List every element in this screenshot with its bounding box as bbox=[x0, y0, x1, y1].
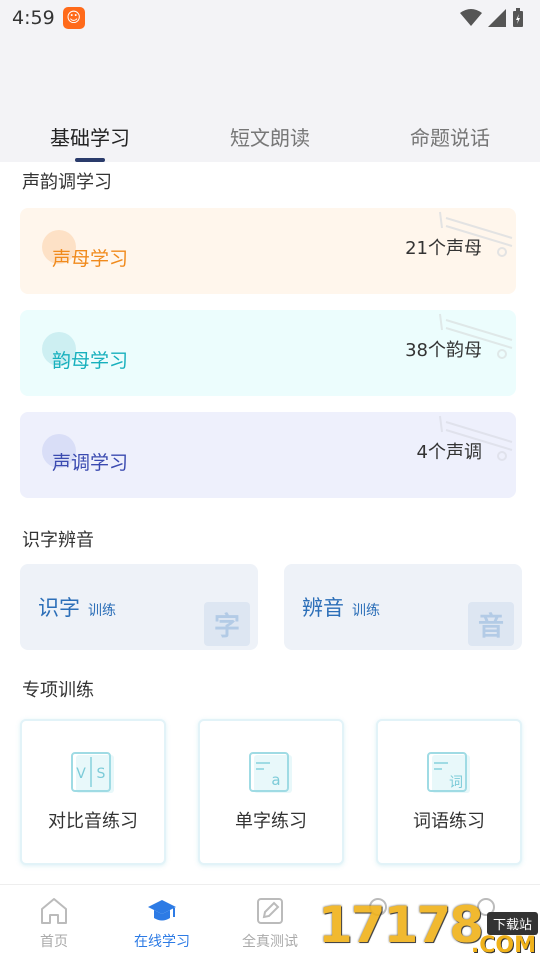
pencil-icon bbox=[257, 898, 283, 924]
char-recognition-label: 识字 训练 bbox=[38, 592, 116, 622]
section-title-tones: 声韵调学习 bbox=[22, 172, 112, 193]
char-badge-icon: 字 bbox=[204, 602, 250, 646]
finals-title-big: 韵 bbox=[52, 350, 72, 372]
initials-title-big: 声 bbox=[52, 248, 72, 270]
single-char-card[interactable]: a 单字练习 bbox=[198, 719, 344, 865]
app-notification-icon: ☺ bbox=[62, 7, 85, 29]
sound-discrimination-sub: 训练 bbox=[352, 603, 380, 619]
status-right bbox=[460, 8, 524, 28]
bottom-nav: 首页 在线学习 全真测试 bbox=[0, 884, 540, 960]
nav-home[interactable]: 首页 bbox=[0, 885, 108, 960]
section-title-recognition: 识字辨音 bbox=[22, 530, 94, 551]
initials-title: 声 母学习 bbox=[44, 232, 128, 271]
nav-online-learning-label: 在线学习 bbox=[134, 934, 190, 950]
sound-discrimination-card[interactable]: 辨音 训练 音 bbox=[284, 564, 522, 650]
word-icon: 词 bbox=[427, 752, 470, 793]
tones-title-big: 声 bbox=[52, 452, 72, 474]
nav-online-learning[interactable]: 在线学习 bbox=[108, 885, 216, 960]
svg-text:V: V bbox=[76, 766, 86, 782]
battery-icon bbox=[513, 8, 523, 27]
char-recognition-card[interactable]: 识字 训练 字 bbox=[20, 564, 258, 650]
finals-title: 韵 母学习 bbox=[44, 334, 128, 373]
word-practice-card[interactable]: 词 词语练习 bbox=[376, 719, 522, 865]
wifi-icon bbox=[460, 9, 482, 26]
single-char-label: 单字练习 bbox=[235, 811, 307, 832]
svg-text:S: S bbox=[97, 766, 106, 782]
signal-icon bbox=[488, 9, 506, 27]
nav-icon-4 bbox=[369, 898, 387, 916]
nav-item-4[interactable] bbox=[324, 885, 432, 960]
nav-item-5[interactable] bbox=[432, 885, 540, 960]
word-practice-label: 词语练习 bbox=[413, 811, 485, 832]
status-time: 4:59 bbox=[12, 7, 55, 29]
contrast-sound-card[interactable]: V S 对比音练习 bbox=[20, 719, 166, 865]
tones-title: 声 调学习 bbox=[44, 436, 128, 475]
sound-badge-icon: 音 bbox=[468, 602, 514, 646]
single-char-icon: a bbox=[249, 752, 292, 793]
nav-mock-test[interactable]: 全真测试 bbox=[216, 885, 324, 960]
status-bar: 4:59 ☺ bbox=[0, 0, 540, 36]
nav-home-label: 首页 bbox=[40, 934, 68, 950]
main-content: 声韵调学习 声 母学习 21个声母 韵 母学习 38个韵母 声 调学习 4个声调… bbox=[0, 162, 540, 884]
svg-text:词: 词 bbox=[449, 775, 463, 791]
svg-text:a: a bbox=[271, 771, 280, 789]
tab-topic-speaking[interactable]: 命题说话 bbox=[360, 112, 540, 162]
nav-mock-test-label: 全真测试 bbox=[242, 934, 298, 950]
card-decoration-icon bbox=[439, 211, 513, 257]
status-left: 4:59 ☺ bbox=[12, 7, 85, 29]
nav-icon-5 bbox=[477, 898, 495, 916]
char-recognition-sub: 训练 bbox=[88, 603, 116, 619]
initials-card[interactable]: 声 母学习 21个声母 bbox=[20, 208, 516, 294]
graduation-cap-icon bbox=[148, 900, 176, 921]
section-title-special: 专项训练 bbox=[22, 680, 94, 701]
card-decoration-icon bbox=[439, 415, 513, 461]
sound-discrimination-label: 辨音 训练 bbox=[302, 592, 380, 622]
char-recognition-main: 识字 bbox=[38, 596, 80, 620]
card-decoration-icon bbox=[439, 313, 513, 359]
vs-icon: V S bbox=[71, 752, 114, 793]
tab-basic-learning[interactable]: 基础学习 bbox=[0, 112, 180, 162]
home-icon bbox=[41, 898, 67, 924]
tab-passage-reading[interactable]: 短文朗读 bbox=[180, 112, 360, 162]
finals-card[interactable]: 韵 母学习 38个韵母 bbox=[20, 310, 516, 396]
tones-card[interactable]: 声 调学习 4个声调 bbox=[20, 412, 516, 498]
finals-title-rest: 母学习 bbox=[71, 350, 129, 372]
sound-discrimination-main: 辨音 bbox=[302, 596, 344, 620]
tones-title-rest: 调学习 bbox=[71, 452, 129, 474]
tab-bar: 基础学习 短文朗读 命题说话 bbox=[0, 112, 540, 162]
contrast-sound-label: 对比音练习 bbox=[48, 811, 138, 832]
initials-title-rest: 母学习 bbox=[71, 248, 129, 270]
